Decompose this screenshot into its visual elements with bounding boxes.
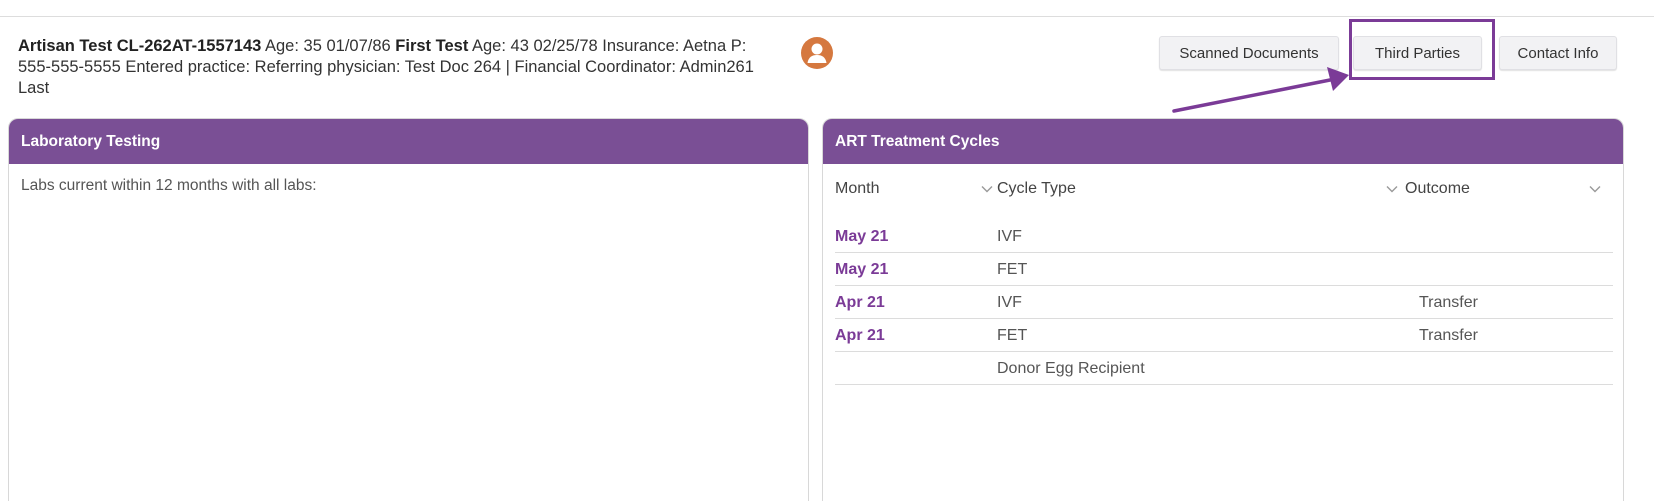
cycle-type: FET xyxy=(997,327,1028,344)
panel-title: Laboratory Testing xyxy=(9,119,808,164)
column-header-cycle-type[interactable]: Cycle Type xyxy=(997,180,1076,198)
table-row[interactable]: Apr 21 FET Transfer xyxy=(835,319,1613,352)
partner-name: First Test xyxy=(395,37,469,55)
column-header-month[interactable]: Month xyxy=(835,180,879,198)
patient-dashboard: Artisan Test CL-262AT-1557143 Age: 35 01… xyxy=(0,0,1672,501)
table-row[interactable]: Donor Egg Recipient xyxy=(835,352,1613,385)
cycle-type: IVF xyxy=(997,228,1022,245)
laboratory-testing-panel: Laboratory Testing Labs current within 1… xyxy=(8,118,809,501)
window-edge xyxy=(1654,0,1672,501)
chevron-down-icon[interactable] xyxy=(980,182,994,196)
panel-title: ART Treatment Cycles xyxy=(823,119,1623,164)
table-row[interactable]: Apr 21 IVF Transfer xyxy=(835,286,1613,319)
patient-age-dob: Age: 35 01/07/86 xyxy=(261,37,396,55)
table-header-row: Month Cycle Type Outcome xyxy=(835,176,1613,208)
patient-name-id: Artisan Test CL-262AT-1557143 xyxy=(18,37,262,55)
cycle-month[interactable]: Apr 21 xyxy=(835,327,885,345)
highlight-annotation-box xyxy=(1349,19,1495,80)
user-icon-glyph xyxy=(807,43,827,63)
chevron-down-icon[interactable] xyxy=(1588,182,1602,196)
column-header-outcome[interactable]: Outcome xyxy=(1405,180,1470,198)
cycle-type: Donor Egg Recipient xyxy=(997,360,1145,377)
cycle-type: FET xyxy=(997,261,1028,278)
scanned-documents-button[interactable]: Scanned Documents xyxy=(1159,36,1339,70)
table-row[interactable]: May 21 FET xyxy=(835,253,1613,286)
top-divider xyxy=(0,16,1672,17)
cycle-type: IVF xyxy=(997,294,1022,311)
cycles-table: Month Cycle Type Outcome May 21 IVF May … xyxy=(835,176,1613,385)
table-row[interactable]: May 21 IVF xyxy=(835,220,1613,253)
chevron-down-icon[interactable] xyxy=(1385,182,1399,196)
cycle-month[interactable]: May 21 xyxy=(835,261,888,279)
art-treatment-cycles-panel: ART Treatment Cycles Month Cycle Type Ou… xyxy=(822,118,1624,501)
patient-summary: Artisan Test CL-262AT-1557143 Age: 35 01… xyxy=(18,36,778,99)
contact-info-button[interactable]: Contact Info xyxy=(1499,36,1617,70)
user-icon[interactable] xyxy=(801,37,833,69)
labs-status-text: Labs current within 12 months with all l… xyxy=(21,177,317,194)
cycle-outcome: Transfer xyxy=(1419,294,1478,311)
cycle-outcome: Transfer xyxy=(1419,327,1478,344)
cycle-month[interactable]: May 21 xyxy=(835,228,888,246)
cycle-month[interactable]: Apr 21 xyxy=(835,294,885,312)
